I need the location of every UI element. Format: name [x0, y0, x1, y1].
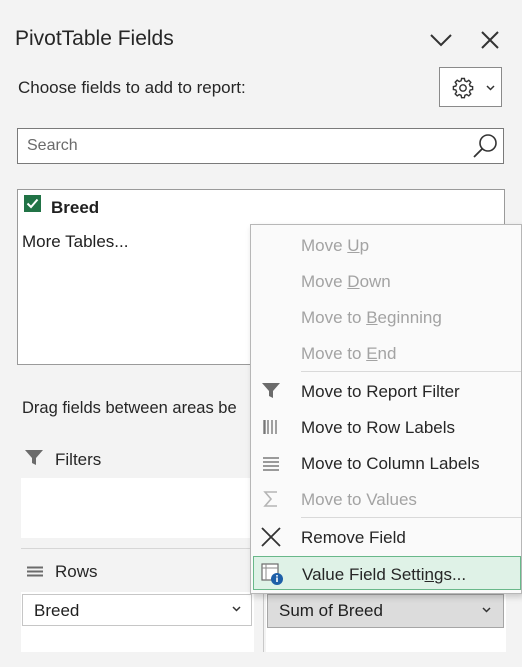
menu-item-move-to-report-filter[interactable]: Move to Report Filter	[251, 374, 521, 408]
remove-x-icon	[261, 527, 281, 547]
close-icon[interactable]	[478, 28, 502, 52]
menu-item-label: Move to End	[301, 344, 397, 363]
filter-icon	[262, 383, 280, 398]
menu-item-label: Move to Report Filter	[301, 382, 460, 401]
tools-button[interactable]	[439, 67, 502, 107]
menu-item-label: Move Up	[301, 236, 370, 255]
menu-item-move-to-end[interactable]: Move to End	[251, 336, 521, 370]
rows-field-breed[interactable]: Breed	[22, 594, 252, 626]
rows-icon	[27, 566, 43, 577]
panel-title: PivotTable Fields	[15, 27, 174, 50]
area-separator	[263, 590, 264, 652]
chevron-down-icon[interactable]	[232, 606, 241, 612]
column-labels-icon	[263, 457, 279, 471]
menu-item-label: Move Down	[301, 272, 391, 291]
menu-item-label: Move to Values	[301, 490, 417, 509]
filter-icon	[25, 450, 43, 465]
chevron-down-icon[interactable]	[428, 28, 454, 52]
filters-drop-area[interactable]	[21, 478, 269, 538]
menu-item-label: Move to Column Labels	[301, 454, 480, 473]
gear-icon	[452, 77, 474, 99]
menu-item-label: Move to Beginning	[301, 308, 442, 327]
rows-label: Rows	[55, 562, 98, 581]
drag-fields-label: Drag fields between areas be	[22, 399, 237, 417]
menu-item-move-down[interactable]: Move Down	[251, 264, 521, 298]
menu-item-label: Remove Field	[301, 528, 406, 547]
rows-field-label: Breed	[34, 601, 80, 620]
field-label-breed[interactable]: Breed	[51, 198, 99, 218]
row-labels-icon	[263, 420, 277, 434]
values-field-sum-of-breed[interactable]: Sum of Breed	[267, 594, 504, 628]
area-divider	[21, 548, 261, 549]
dropdown-caret-icon	[486, 85, 495, 91]
search-placeholder: Search	[27, 137, 78, 154]
menu-item-move-to-values[interactable]: Move to Values	[251, 482, 521, 516]
menu-item-label: Value Field Settings...	[302, 565, 467, 584]
breed-checkbox[interactable]	[24, 195, 41, 212]
more-tables-link[interactable]: More Tables...	[22, 232, 128, 252]
menu-item-move-to-row-labels[interactable]: Move to Row Labels	[251, 410, 521, 444]
sigma-icon	[263, 491, 277, 507]
search-input[interactable]: Search	[17, 128, 504, 164]
menu-item-value-field-settings[interactable]: Value Field Settings...	[253, 556, 521, 590]
menu-item-move-up[interactable]: Move Up	[251, 228, 521, 262]
menu-item-label: Move to Row Labels	[301, 418, 456, 437]
menu-separator	[301, 517, 521, 518]
menu-separator	[301, 371, 521, 372]
values-field-label: Sum of Breed	[279, 601, 383, 620]
search-icon[interactable]	[471, 132, 499, 160]
field-settings-icon	[261, 563, 283, 585]
menu-item-remove-field[interactable]: Remove Field	[251, 520, 521, 554]
menu-item-move-to-column-labels[interactable]: Move to Column Labels	[251, 446, 521, 480]
filters-label: Filters	[55, 450, 102, 469]
menu-item-move-to-beginning[interactable]: Move to Beginning	[251, 300, 521, 334]
field-context-menu: Move Up Move Down Move to Beginning Move…	[250, 224, 522, 594]
choose-fields-label: Choose fields to add to report:	[18, 78, 246, 97]
chevron-down-icon[interactable]	[482, 607, 491, 613]
